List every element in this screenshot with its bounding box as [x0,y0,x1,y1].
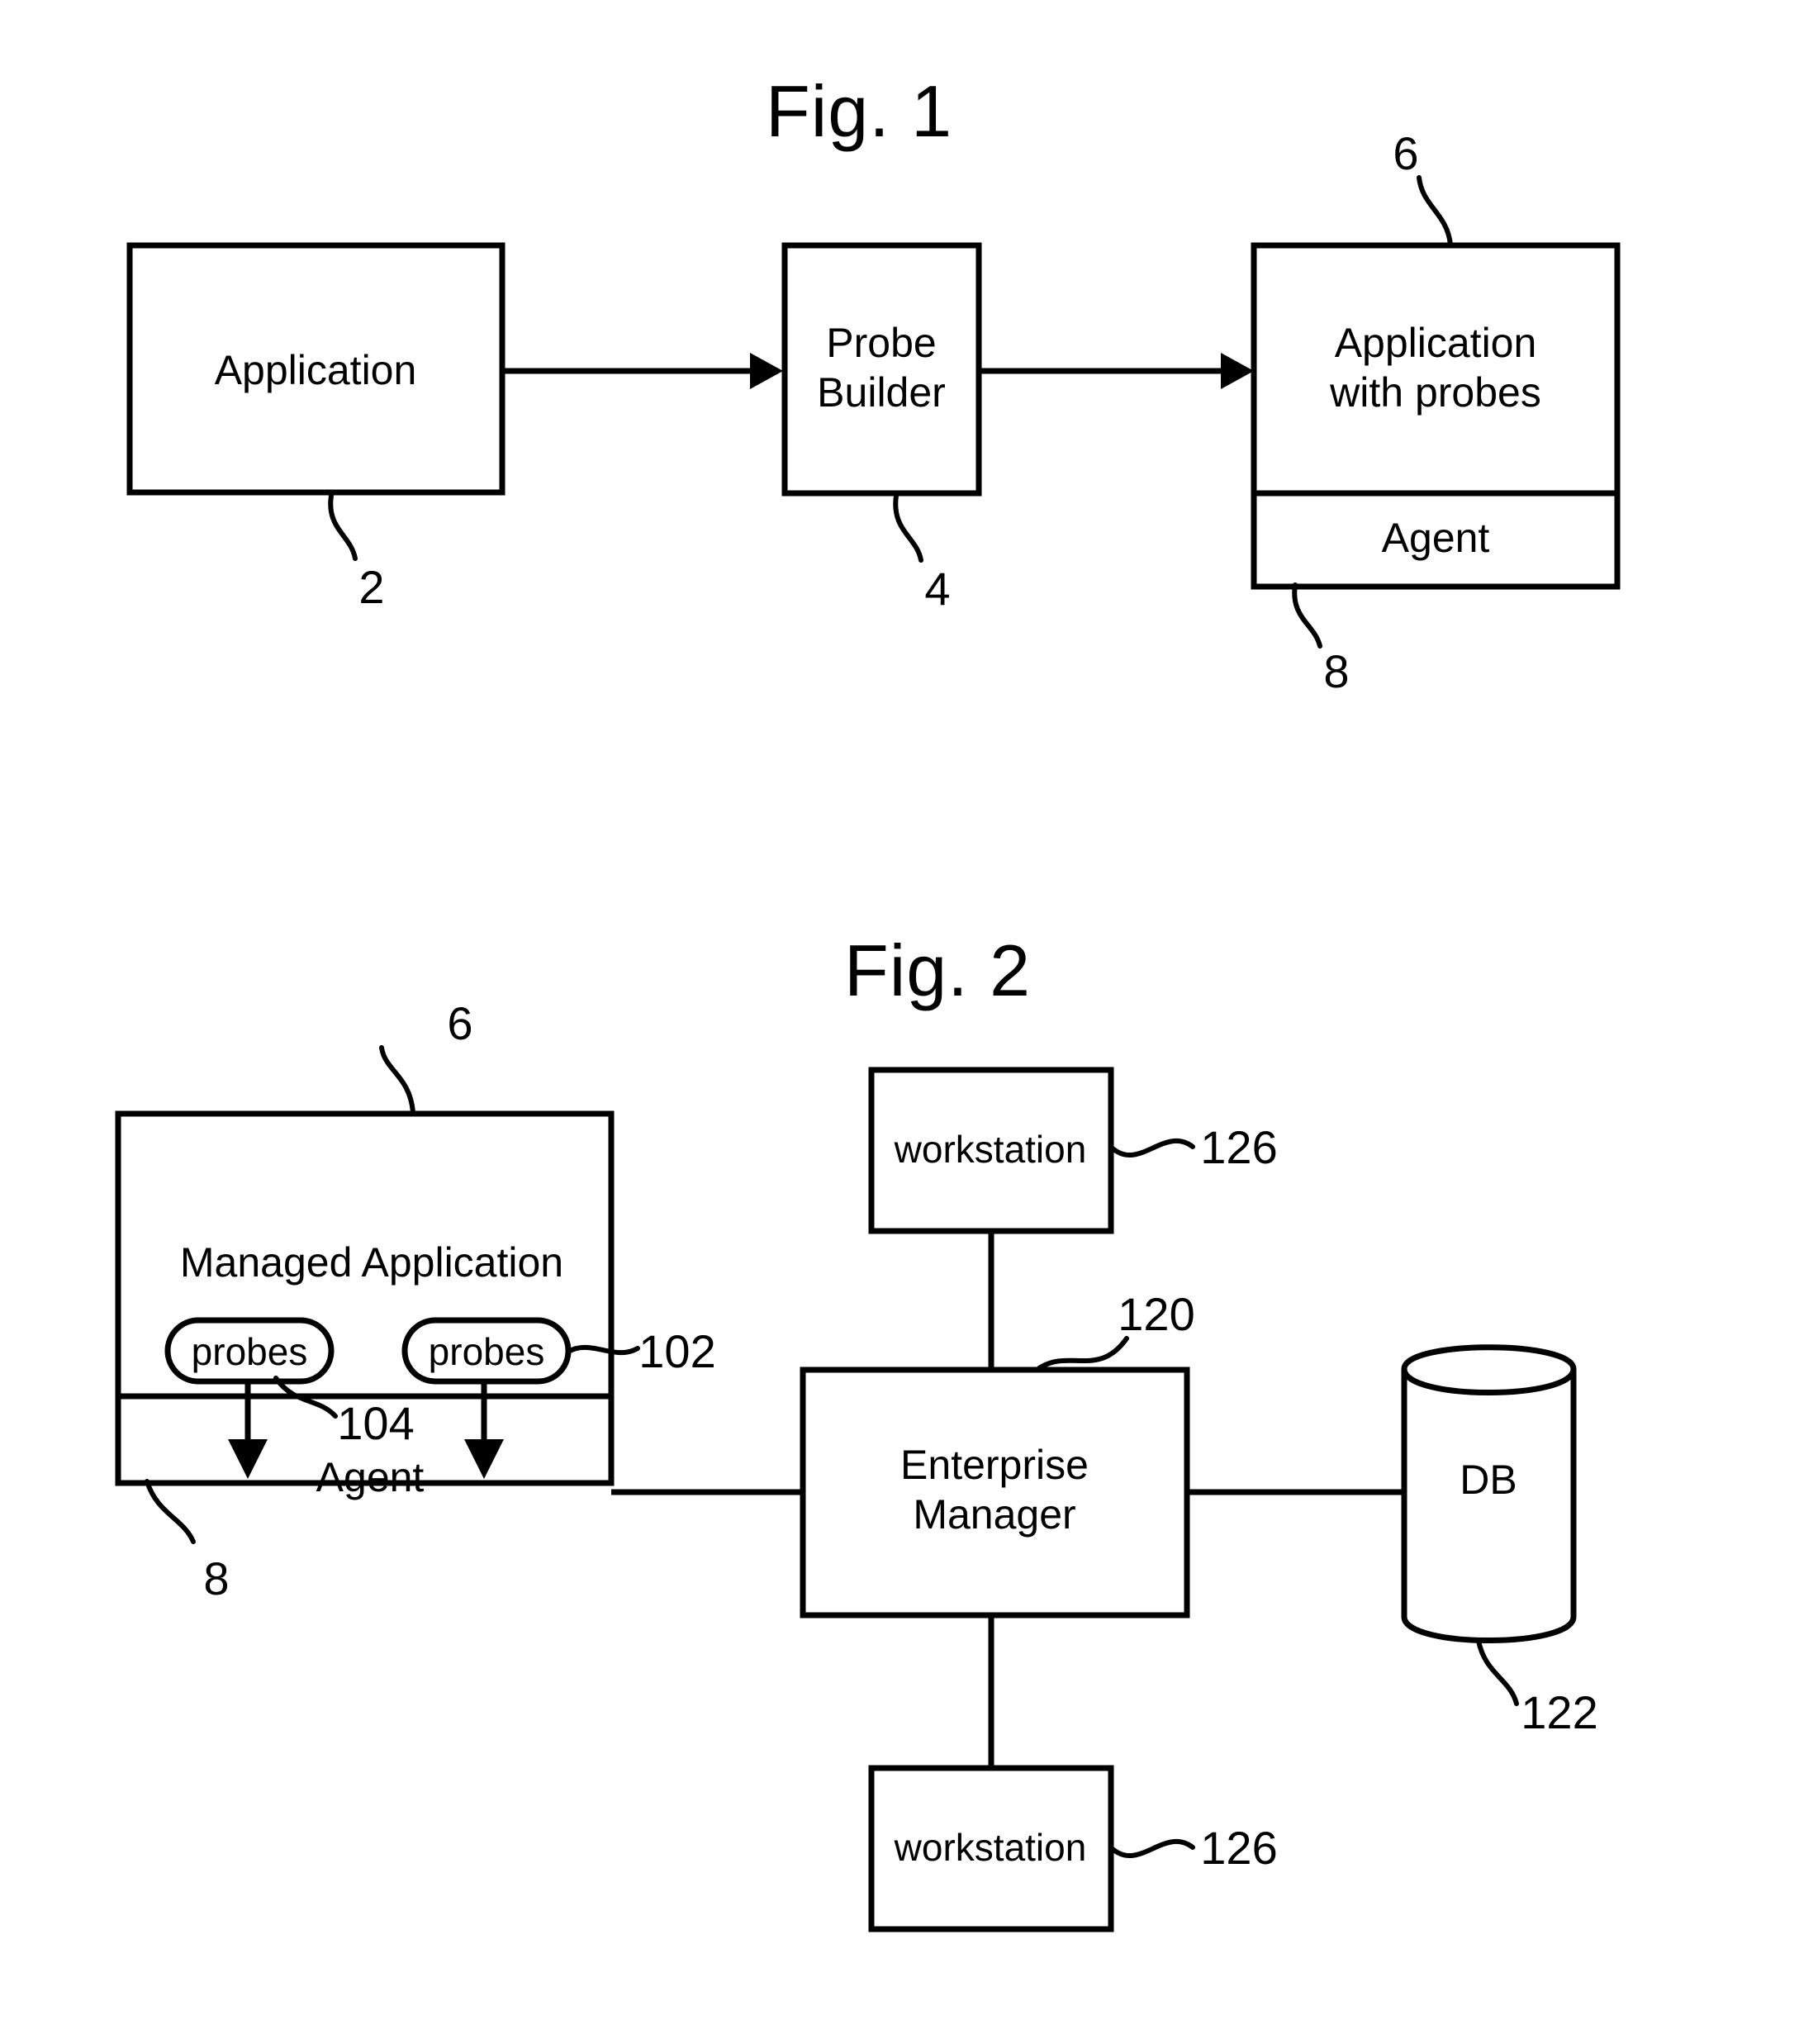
fig1-arrow-probe-builder-to-application-with-probes [979,353,1254,389]
figures-canvas: Fig. 1 Application Probe Builder Applica… [115,70,1621,1932]
fig1-application-label: Application [215,347,417,393]
fig1-application-with-probes-label-line1: Application [1335,320,1537,366]
fig2-leader-8 [145,1479,196,1544]
fig1-leader-6 [1417,175,1453,247]
fig1-ref-6: 6 [1393,127,1418,179]
fig1-leader-4 [893,493,923,563]
fig1-ref-2: 2 [358,561,384,613]
fig2-title: Fig. 2 [844,929,1031,1011]
fig1-leader-8 [1292,582,1322,649]
fig2-enterprise-manager-label-line1: Enterprise [900,1442,1089,1488]
fig2-leader-120 [1037,1336,1129,1371]
fig2-workstation-top-label: workstation [894,1128,1087,1171]
fig1-title: Fig. 1 [766,70,952,152]
fig2-leader-122 [1476,1638,1519,1706]
fig2-agent-label: Agent [316,1454,425,1500]
fig2-ref-102: 102 [638,1325,715,1377]
fig2-ref-126-top: 126 [1200,1121,1277,1173]
fig1-application-with-probes-label-line2: with probes [1329,369,1541,416]
fig2-leader-126-bottom [1110,1839,1195,1858]
fig1-probe-builder-label-line1: Probe [826,320,936,366]
fig2-probes-left-label: probes [192,1330,308,1373]
fig2-managed-application-label: Managed Application [180,1239,563,1286]
fig2-ref-8: 8 [203,1552,229,1604]
fig1-agent-label: Agent [1382,515,1490,561]
fig2-workstation-bottom-label: workstation [894,1826,1087,1869]
fig1-leader-2 [328,493,358,561]
fig2-ref-6: 6 [447,997,472,1049]
patent-drawing-page: Fig. 1 Application Probe Builder Applica… [0,0,1799,2044]
fig2-ref-120: 120 [1118,1288,1194,1340]
fig2-ref-122: 122 [1521,1686,1597,1738]
fig2-ref-126-bottom: 126 [1200,1822,1277,1874]
fig1-ref-4: 4 [924,563,950,615]
fig2-ref-104: 104 [337,1397,414,1449]
fig2-database-label: DB [1460,1457,1517,1503]
fig2-probes-right-label: probes [429,1330,545,1373]
fig1-probe-builder-label-line2: Builder [817,369,946,416]
fig2-leader-126-top [1110,1138,1195,1157]
fig2-leader-6 [379,1045,415,1115]
fig2-enterprise-manager-label-line2: Manager [913,1491,1075,1538]
fig1-arrow-application-to-probe-builder [502,353,783,389]
fig1-ref-8: 8 [1323,645,1349,697]
